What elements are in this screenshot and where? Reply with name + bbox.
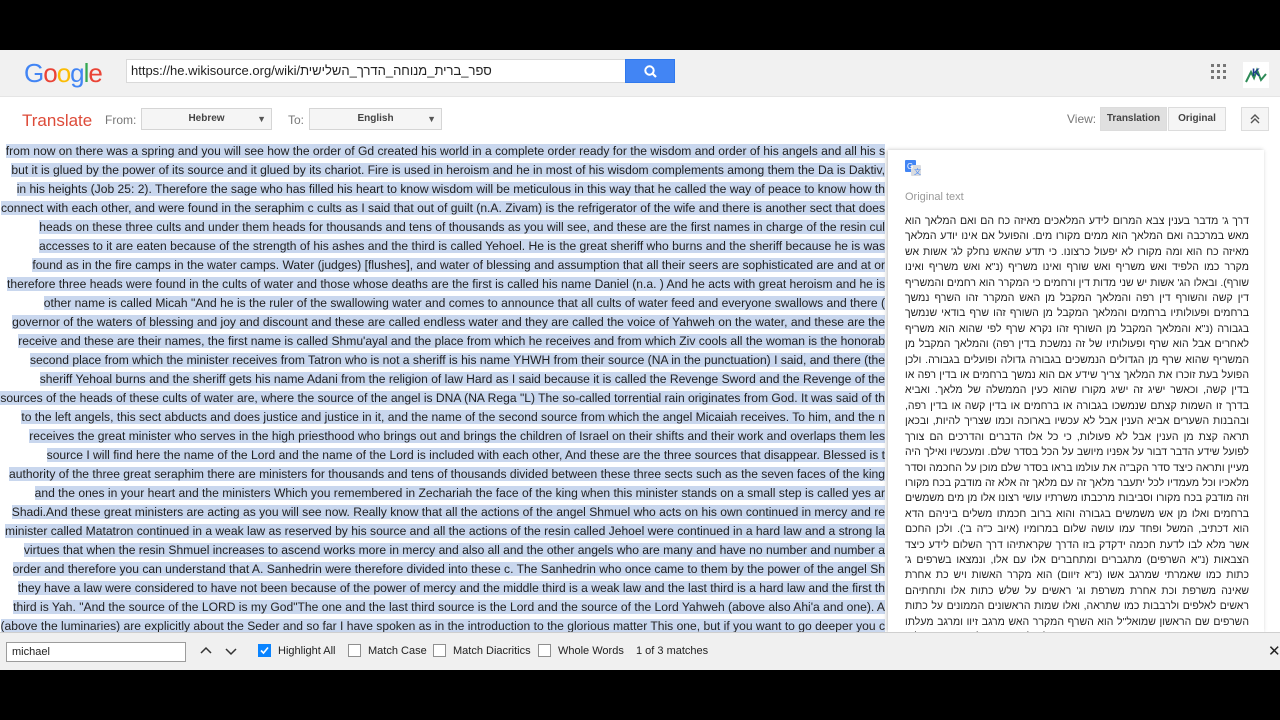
view-translation-button[interactable]: Translation [1100, 107, 1167, 131]
translated-line-text: heads on these three cults and under the… [39, 220, 885, 234]
translated-line: but it is glued by the power of its sour… [11, 161, 885, 179]
whole-words-label[interactable]: Whole Words [558, 645, 624, 657]
highlight-all-label[interactable]: Highlight All [278, 645, 335, 657]
original-hebrew-text: דרך ג' מדבר בענין צבא המרום לידע המלאכים… [905, 215, 1249, 632]
translated-line: authority of the three great seraphim th… [9, 465, 885, 483]
translated-line: receives the great minister who serves i… [29, 427, 885, 445]
translated-line-text: other name is called Micah "And he is th… [43, 296, 885, 310]
translated-line-text: but it is glued by the power of its sour… [11, 163, 885, 177]
translated-line: to the left angels, this sect abducts an… [21, 408, 885, 426]
translated-line-text: authority of the three great seraphim th… [9, 467, 885, 481]
translated-line-text: second place from which the minister rec… [29, 353, 885, 367]
original-text-popup: G 文 Original text דרך ג' מדבר בענין צבא … [888, 150, 1264, 632]
google-header: Google https://he.wikisource.org/wiki/ספ… [0, 50, 1280, 97]
match-count: 1 of 3 matches [636, 645, 709, 657]
chevron-down-icon: ▼ [427, 114, 436, 124]
search-icon [644, 65, 657, 78]
translated-line-text: third is Yah. "And the source of the LOR… [13, 600, 885, 614]
translated-line-text: sources of the heads of these cults of w… [0, 391, 885, 405]
checkmark-icon [260, 646, 269, 655]
whole-words-checkbox[interactable] [538, 644, 551, 657]
google-logo[interactable]: Google [24, 58, 103, 89]
translated-line: accesses to it are eaten because of the … [39, 237, 885, 255]
translated-line-text: virtues that when the resin Shmuel incre… [23, 543, 885, 557]
browser-page: Google https://he.wikisource.org/wiki/ספ… [0, 50, 1280, 670]
match-case-label[interactable]: Match Case [368, 645, 427, 657]
from-language-select[interactable]: Hebrew ▼ [141, 108, 272, 130]
translate-title[interactable]: Translate [22, 111, 92, 131]
translated-line: second place from which the minister rec… [29, 351, 885, 369]
translated-text-area[interactable]: from now on there was a spring and you w… [0, 142, 886, 632]
translated-line: in his heights (Job 25: 2). Therefore th… [16, 180, 885, 198]
to-language-select[interactable]: English ▼ [309, 108, 442, 130]
translated-line: third is Yah. "And the source of the LOR… [13, 598, 885, 616]
translated-line: (above the luminaries) are explicitly ab… [0, 617, 885, 632]
from-language-value: Hebrew [188, 113, 225, 124]
translated-line: found as in the fire camps in the water … [32, 256, 885, 274]
translated-line: they have a law were considered to have … [17, 579, 885, 597]
translated-line: heads on these three cults and under the… [39, 218, 885, 236]
translate-toolbar: Translate From: Hebrew ▼ To: English ▼ V… [0, 97, 1280, 142]
translated-line: from now on there was a spring and you w… [5, 142, 885, 160]
double-chevron-up-icon [1250, 114, 1260, 124]
collapse-toolbar-button[interactable] [1241, 107, 1269, 131]
translated-line-text: from now on there was a spring and you w… [5, 144, 885, 158]
svg-text:K: K [1252, 67, 1260, 79]
avatar-logo: K [1243, 62, 1269, 88]
translated-line: connect with each other, and were found … [1, 199, 885, 217]
translated-line: order and therefore you can understand t… [12, 560, 885, 578]
url-input[interactable]: https://he.wikisource.org/wiki/ספר_ברית_… [126, 59, 626, 83]
translated-line-text: to the left angels, this sect abducts an… [21, 410, 885, 424]
translated-line-text: in his heights (Job 25: 2). Therefore th… [16, 182, 885, 196]
avatar[interactable]: K [1243, 62, 1269, 88]
translated-line: minister called Matatron continued in a … [5, 522, 885, 540]
translated-line: other name is called Micah "And he is th… [43, 294, 885, 312]
translated-line: sources of the heads of these cults of w… [0, 389, 885, 407]
match-diacritics-checkbox[interactable] [433, 644, 446, 657]
translated-line-text: receives the great minister who serves i… [29, 429, 885, 443]
translated-line-text: source I will find here the name of the … [46, 448, 885, 462]
match-case-checkbox[interactable] [348, 644, 361, 657]
next-match-icon[interactable] [224, 644, 238, 658]
to-label: To: [288, 113, 305, 127]
translated-line-text: Shadi.And these great ministers are acti… [11, 505, 885, 519]
apps-grid-icon[interactable] [1211, 64, 1226, 79]
previous-match-icon[interactable] [199, 644, 213, 658]
translated-line-text: sheriff Yehoal burns and the sheriff get… [39, 372, 885, 386]
translated-line-text: and the ones in your heart and the minis… [34, 486, 885, 500]
translated-line-text: accesses to it are eaten because of the … [39, 239, 885, 253]
translated-line: therefore three heads were found in the … [7, 275, 885, 293]
translated-line-text: (above the luminaries) are explicitly ab… [0, 619, 885, 632]
translated-line-text: therefore three heads were found in the … [7, 277, 885, 291]
translated-line: and the ones in your heart and the minis… [34, 484, 885, 502]
translated-line: Shadi.And these great ministers are acti… [11, 503, 885, 521]
chevron-down-icon: ▼ [257, 114, 266, 124]
svg-text:文: 文 [914, 167, 921, 176]
from-label: From: [105, 113, 137, 127]
find-input[interactable]: michael [6, 642, 186, 662]
match-diacritics-label[interactable]: Match Diacritics [453, 645, 531, 657]
translated-line: receive and these are their names, the f… [18, 332, 885, 350]
highlight-all-checkbox[interactable] [258, 644, 271, 657]
translated-line: source I will find here the name of the … [46, 446, 885, 464]
translated-line: sheriff Yehoal burns and the sheriff get… [39, 370, 885, 388]
translated-line-text: connect with each other, and were found … [1, 201, 885, 215]
to-language-value: English [357, 113, 394, 124]
translated-line-text: found as in the fire camps in the water … [32, 258, 885, 272]
translated-line-text: receive and these are their names, the f… [18, 334, 885, 348]
translated-line-text: minister called Matatron continued in a … [5, 524, 885, 538]
translated-line: governor of the waters of blessing and j… [12, 313, 885, 331]
google-translate-icon: G 文 [905, 160, 921, 176]
close-icon[interactable]: ✕ [1268, 642, 1280, 660]
view-original-button[interactable]: Original [1168, 107, 1226, 131]
translated-line-text: order and therefore you can understand t… [12, 562, 885, 576]
translated-line: virtues that when the resin Shmuel incre… [23, 541, 885, 559]
find-bar: michael Highlight All Match Case Match D… [0, 632, 1280, 670]
translated-line-text: they have a law were considered to have … [17, 581, 885, 595]
original-text-label: Original text [905, 191, 964, 203]
view-label: View: [1067, 112, 1097, 126]
search-button[interactable] [625, 59, 675, 83]
svg-text:G: G [907, 162, 913, 171]
translated-line-text: governor of the waters of blessing and j… [12, 315, 885, 329]
